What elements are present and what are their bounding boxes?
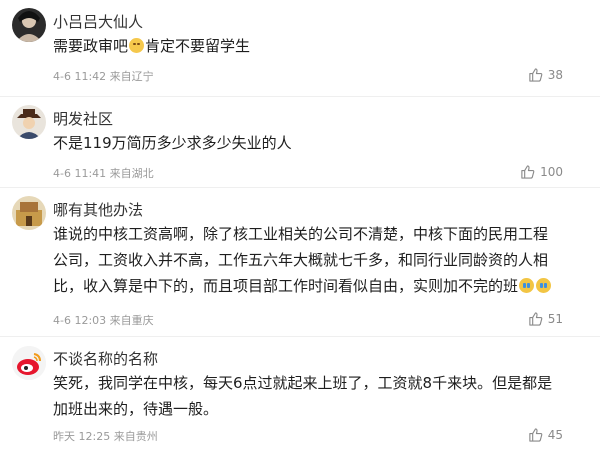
comment-time: 4-6 12:03 <box>53 314 107 327</box>
comment-item: 小吕吕大仙人 需要政审吧 肯定不要留学生 4-6 11:42 来自辽宁 38 <box>0 0 600 97</box>
comment-location: 来自重庆 <box>109 314 154 327</box>
commenter-name[interactable]: 明发社区 <box>53 108 113 129</box>
like-button[interactable]: 45 <box>528 427 563 442</box>
thumbs-up-icon <box>529 428 543 442</box>
commenter-name[interactable]: 小吕吕大仙人 <box>53 11 143 32</box>
comment-meta: 4-6 12:03 来自重庆 <box>53 312 154 328</box>
like-count: 45 <box>547 427 563 442</box>
comment-text-part: 需要政审吧 <box>53 37 129 55</box>
comment-item: 不谈名称的名称 笑死，我同学在中核，每天6点过就起来上班了，工资就8千来块。但是… <box>0 337 600 451</box>
like-button[interactable]: 38 <box>528 67 563 82</box>
comment-text: 不是119万简历多少求多少失业的人 <box>53 134 292 152</box>
comment-text: 笑死，我同学在中核，每天6点过就起来上班了，工资就8千来块。但是都是 加班出来的… <box>53 370 588 422</box>
comment-item: 哪有其他办法 谁说的中核工资高啊，除了核工业相关的公司不清楚，中核下面的民用工程… <box>0 188 600 337</box>
avatar[interactable] <box>12 105 46 139</box>
comment-item: 明发社区 不是119万简历多少求多少失业的人 4-6 11:41 来自湖北 10… <box>0 97 600 188</box>
comment-text-line: 比，收入算是中下的，而且项目部工作时间看似自由，实则加不完的班 <box>53 277 519 295</box>
avatar[interactable] <box>12 196 46 230</box>
comment-time: 昨天 12:25 <box>53 430 111 443</box>
like-count: 100 <box>540 164 563 179</box>
comment-location: 来自辽宁 <box>109 70 154 83</box>
comment-meta: 4-6 11:42 来自辽宁 <box>53 68 154 84</box>
comment-text: 谁说的中核工资高啊，除了核工业相关的公司不清楚，中核下面的民用工程 公司，工资收… <box>53 221 588 299</box>
commenter-name[interactable]: 哪有其他办法 <box>53 199 143 220</box>
comment-meta: 4-6 11:41 来自湖北 <box>53 165 154 181</box>
comment-location: 来自湖北 <box>109 167 154 180</box>
comment-text-line: 公司，工资收入并不高，工作五六年大概就七千多，和同行业同龄资的人相 <box>53 251 549 269</box>
comment-text-line: 谁说的中核工资高啊，除了核工业相关的公司不清楚，中核下面的民用工程 <box>53 225 549 243</box>
thumbs-up-icon <box>529 312 543 326</box>
comment-text-part: 肯定不要留学生 <box>145 37 251 55</box>
like-button[interactable]: 51 <box>528 311 563 326</box>
comment-text-line: 笑死，我同学在中核，每天6点过就起来上班了，工资就8千来块。但是都是 <box>53 374 553 392</box>
like-count: 38 <box>547 67 563 82</box>
avatar[interactable] <box>12 346 46 380</box>
shy-smile-emoji-icon <box>129 38 145 53</box>
comment-location: 来自贵州 <box>113 430 158 443</box>
thumbs-up-icon <box>529 68 543 82</box>
thumbs-up-icon <box>521 165 535 179</box>
comment-meta: 昨天 12:25 来自贵州 <box>53 428 158 444</box>
like-button[interactable]: 100 <box>520 164 563 179</box>
like-count: 51 <box>547 311 563 326</box>
comment-time: 4-6 11:41 <box>53 167 107 180</box>
comment-time: 4-6 11:42 <box>53 70 107 83</box>
avatar[interactable] <box>12 8 46 42</box>
crying-emoji-icon <box>519 278 535 293</box>
crying-emoji-icon <box>536 278 552 293</box>
commenter-name[interactable]: 不谈名称的名称 <box>53 348 158 369</box>
comment-text-line: 加班出来的，待遇一般。 <box>53 400 219 418</box>
comment-text: 需要政审吧 肯定不要留学生 <box>53 33 588 59</box>
